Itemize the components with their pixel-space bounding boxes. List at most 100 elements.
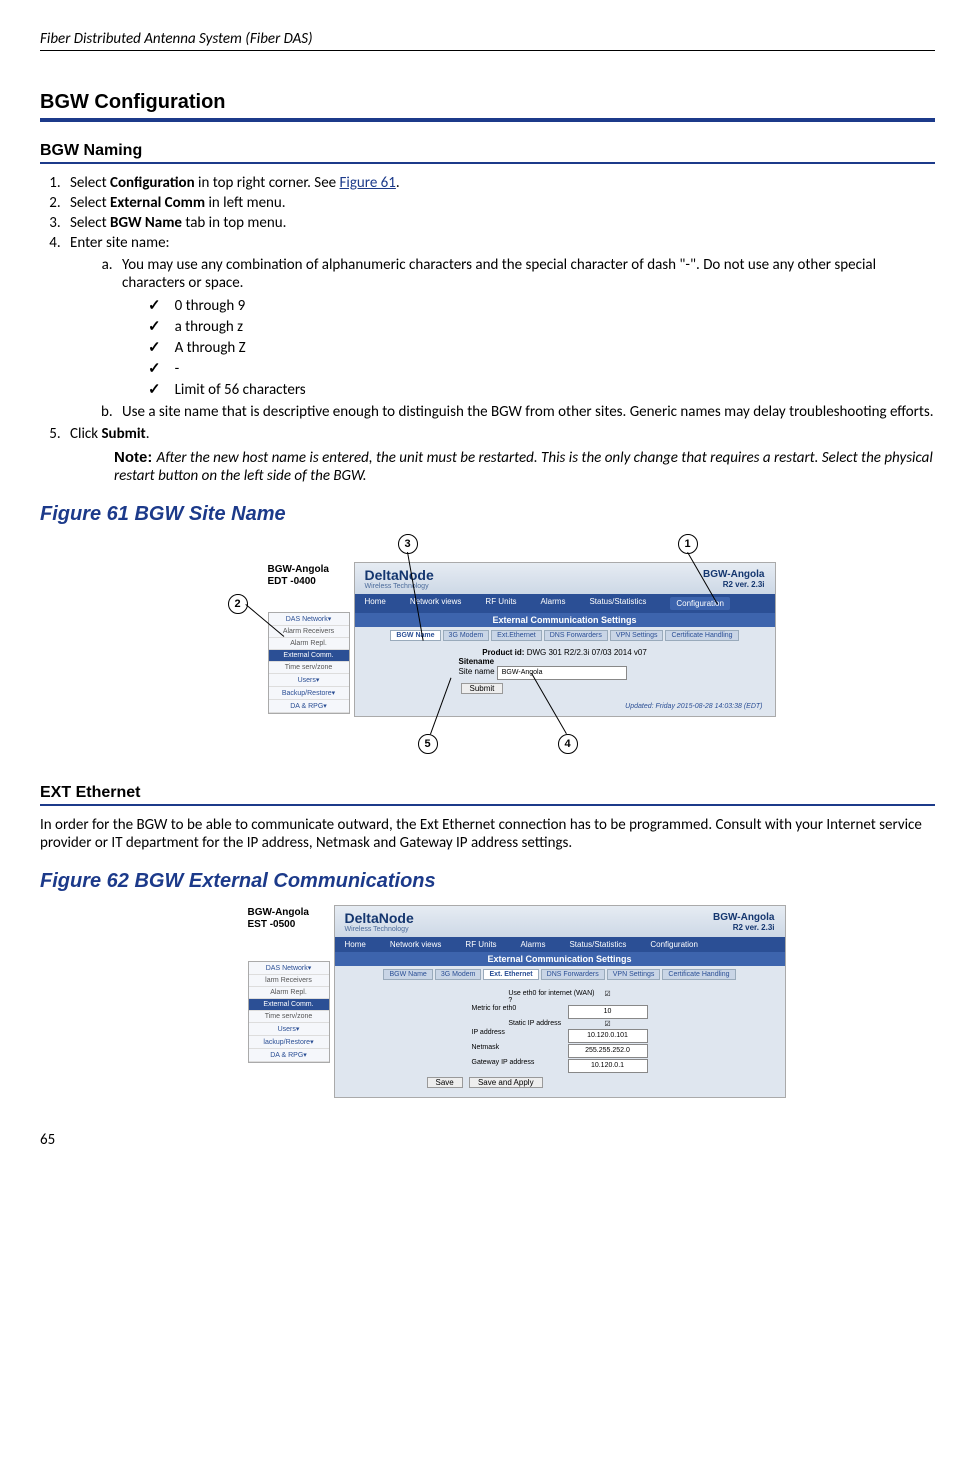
tab-item[interactable]: Certificate Handling [665,630,738,641]
sidebar-item-selected[interactable]: External Comm. [249,999,329,1011]
tab-item[interactable]: 3G Modem [443,630,490,641]
figure-62-caption: Figure 62 BGW External Communications [40,870,935,893]
tab-item[interactable]: Certificate Handling [662,969,735,980]
updated-text: Updated: Friday 2015-08-28 14:03:38 (EDT… [359,697,771,712]
note-label: Note: [114,449,157,466]
ss-sidebar-2: DAS Network▾ larm Receivers Alarm Repl. … [248,961,330,1063]
subsection-bgw-naming: BGW Naming [40,142,935,160]
static-ip-checkbox[interactable]: ☑ [604,1020,610,1028]
wan-checkbox[interactable]: ☑ [604,990,610,1004]
ss-banner-2: DeltaNode Wireless Technology BGW-Angola… [335,906,785,937]
sidebar-item[interactable]: Alarm Repl. [249,987,329,999]
ip-input[interactable]: 10.120.0.101 [568,1029,648,1043]
host-name: BGW-Angola [703,569,764,580]
ss-tabs-2: BGW Name 3G Modem Ext. Ethernet DNS Forw… [335,966,785,983]
tab-ext-ethernet[interactable]: Ext. Ethernet [483,969,538,980]
subsection-ext-ethernet: EXT Ethernet [40,784,935,802]
tab-item[interactable]: Ext.Ethernet [491,630,542,641]
netmask-input[interactable]: 255.255.252.0 [568,1044,648,1058]
subsection-rule [40,162,935,164]
step-1: Select Configuration in top right corner… [64,174,935,192]
check-item: Limit of 56 characters [148,380,935,399]
sidebar-item[interactable]: Users▾ [249,1023,329,1036]
nav-item[interactable]: RF Units [465,940,496,949]
nav-item[interactable]: Alarms [541,597,566,610]
sidebar-item[interactable]: Time serv/zone [269,662,349,674]
sidebar-item[interactable]: Time serv/zone [249,1011,329,1023]
ss-window-2: DeltaNode Wireless Technology BGW-Angola… [334,905,786,1098]
sidebar-item[interactable]: larm Receivers [249,975,329,987]
gateway-input[interactable]: 10.120.0.1 [568,1059,648,1073]
brand-sub-2: Wireless Technology [345,926,414,933]
brand-sub: Wireless Technology [365,583,434,590]
steps-list: Select Configuration in top right corner… [40,174,935,443]
substep-b: Use a site name that is descriptive enou… [116,403,935,421]
ss-body-2: Use eth0 for internet (WAN) ?☑ Metric fo… [335,983,785,1097]
ss-banner: DeltaNode Wireless Technology BGW-Angola… [355,563,775,594]
tab-bgw-name[interactable]: BGW Name [390,630,440,641]
sidebar-item-selected[interactable]: External Comm. [269,650,349,662]
nav-item[interactable]: Status/Statistics [589,597,646,610]
note-text: After the new host name is entered, the … [114,449,933,485]
step-2: Select External Comm in left menu. [64,194,935,212]
check-item: a through z [148,317,935,336]
tab-item[interactable]: DNS Forwarders [541,969,605,980]
tab-item[interactable]: BGW Name [383,969,432,980]
sitename-input[interactable]: BGW-Angola [497,666,627,680]
save-button[interactable]: Save [427,1077,463,1088]
check-item: 0 through 9 [148,296,935,315]
check-item: - [148,359,935,378]
brand: DeltaNode [365,567,434,583]
nav-item[interactable]: Home [345,940,366,949]
nav-item[interactable]: RF Units [485,597,516,610]
sidebar-item[interactable]: Backup/Restore▾ [269,687,349,700]
ext-ethernet-paragraph: In order for the BGW to be able to commu… [40,816,935,852]
sidebar-item[interactable]: lackup/Restore▾ [249,1036,329,1049]
ss-nav-2: Home Network views RF Units Alarms Statu… [335,937,785,952]
figure-61: BGW-Angola EDT -0400 DAS Network▾ Alarm … [40,534,935,764]
figure-61-caption: Figure 61 BGW Site Name [40,503,935,526]
submit-button[interactable]: Submit [461,683,504,694]
note-block: Note: After the new host name is entered… [114,449,935,485]
tab-item[interactable]: VPN Settings [607,969,661,980]
step-4: Enter site name: You may use any combina… [64,234,935,421]
ss-sidebar: DAS Network▾ Alarm Receivers Alarm Repl.… [268,612,350,714]
figure-62: BGW-Angola EST -0500 DAS Network▾ larm R… [40,901,935,1091]
section-title: BGW Configuration [40,91,935,114]
tab-item[interactable]: VPN Settings [610,630,664,641]
section-rule [40,118,935,122]
sidebar-item[interactable]: Alarm Repl. [269,638,349,650]
sidebar-item[interactable]: DAS Network▾ [249,962,329,975]
brand-2: DeltaNode [345,910,414,926]
substeps: You may use any combination of alphanume… [70,256,935,292]
callout-4: 4 [558,734,578,754]
nav-item[interactable]: Status/Statistics [569,940,626,949]
ss-bluebar-2: External Communication Settings [335,952,785,966]
substep-a: You may use any combination of alphanume… [116,256,935,292]
nav-item[interactable]: Network views [390,940,442,949]
sidebar-item[interactable]: DAS Network▾ [269,613,349,626]
sidebar-item[interactable]: DA & RPG▾ [249,1049,329,1062]
substeps-b: Use a site name that is descriptive enou… [70,403,935,421]
ss-body: Product id: DWG 301 R2/2.3i 07/03 2014 v… [355,644,775,716]
sidebar-item[interactable]: DA & RPG▾ [269,700,349,713]
sidebar-item[interactable]: Users▾ [269,674,349,687]
step-5: Click Submit. [64,425,935,443]
step-3: Select BGW Name tab in top menu. [64,214,935,232]
ss-timestamp: BGW-Angola EDT -0400 [268,564,329,588]
tab-item[interactable]: 3G Modem [435,969,482,980]
subsection-rule-2 [40,804,935,806]
nav-item-configuration[interactable]: Configuration [670,597,730,610]
callout-5: 5 [418,734,438,754]
ss-tabs: BGW Name 3G Modem Ext.Ethernet DNS Forwa… [355,627,775,644]
metric-input[interactable]: 10 [568,1005,648,1019]
nav-item[interactable]: Configuration [650,940,698,949]
figure-61-link[interactable]: Figure 61 [340,174,396,192]
tab-item[interactable]: DNS Forwarders [544,630,608,641]
nav-item[interactable]: Alarms [521,940,546,949]
nav-item[interactable]: Home [365,597,386,610]
ss-timestamp-2: BGW-Angola EST -0500 [248,907,309,931]
version: R2 ver. 2.3i [703,580,764,589]
check-item: A through Z [148,338,935,357]
save-apply-button[interactable]: Save and Apply [469,1077,543,1088]
